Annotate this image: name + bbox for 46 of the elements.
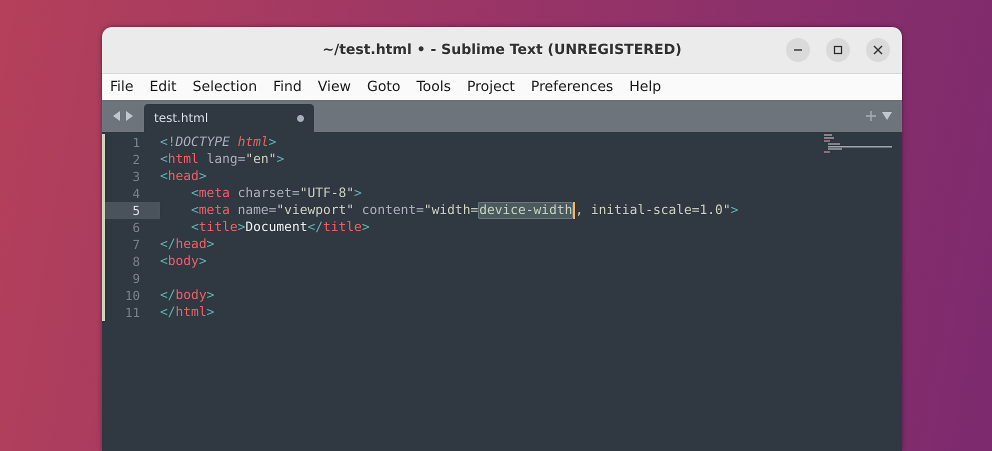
menu-item[interactable]: Selection [192,79,258,95]
menu-item[interactable]: Project [466,79,515,95]
line-number: 5 [105,202,160,219]
minimize-button[interactable] [786,38,810,62]
line-number: 7 [131,236,141,253]
close-button[interactable] [866,38,890,62]
code-line: </body> [160,287,216,304]
code-line: <meta name="viewport" content="width=device-width , initial-scale=1.0"> [190,202,738,219]
window-title: ~/test.html • - Sublime Text (UNREGISTERED) [322,42,682,58]
menu-item[interactable]: Edit [149,79,177,95]
file-tab[interactable]: test.html [144,104,314,132]
menu-item[interactable]: Goto [367,79,400,95]
minimap-drawing [824,134,894,154]
menu-item[interactable]: Tools [416,79,451,95]
code-line: <!DOCTYPE html> [160,134,278,151]
line-number: 4 [131,185,141,202]
text-cursor [573,202,576,219]
plus-icon[interactable] [866,111,876,121]
close-icon [873,45,883,55]
menu-item[interactable]: File [110,79,134,95]
next-icon[interactable] [125,111,133,121]
line-number: 10 [124,287,141,304]
menu-item[interactable]: Preferences [530,79,614,95]
code-line: </html> [160,304,216,321]
menu-item[interactable]: Help [629,79,662,95]
maximize-button[interactable] [826,38,850,62]
line-number: 9 [131,270,141,287]
code-line: <meta charset="UTF-8"> [190,185,363,202]
code-line: </head> [160,236,216,253]
code-line: <head> [160,168,208,185]
line-number: 6 [131,219,141,236]
menu-item[interactable]: Find [273,79,302,95]
line-number: 1 [131,134,141,151]
line-number: 3 [131,168,141,185]
menu-item[interactable]: View [318,79,352,95]
line-number: 8 [131,253,141,270]
maximize-icon [833,45,843,55]
dropdown-icon[interactable] [882,112,892,120]
minimize-icon [794,49,802,51]
previous-icon[interactable] [113,111,121,121]
line-number: 2 [131,151,141,168]
line-number: 11 [124,304,141,321]
tab-label: test.html [154,111,208,125]
code-line: <body> [160,253,208,270]
code-line: <title>Document</title> [190,219,371,236]
code-line: <html lang="en"> [160,151,286,168]
